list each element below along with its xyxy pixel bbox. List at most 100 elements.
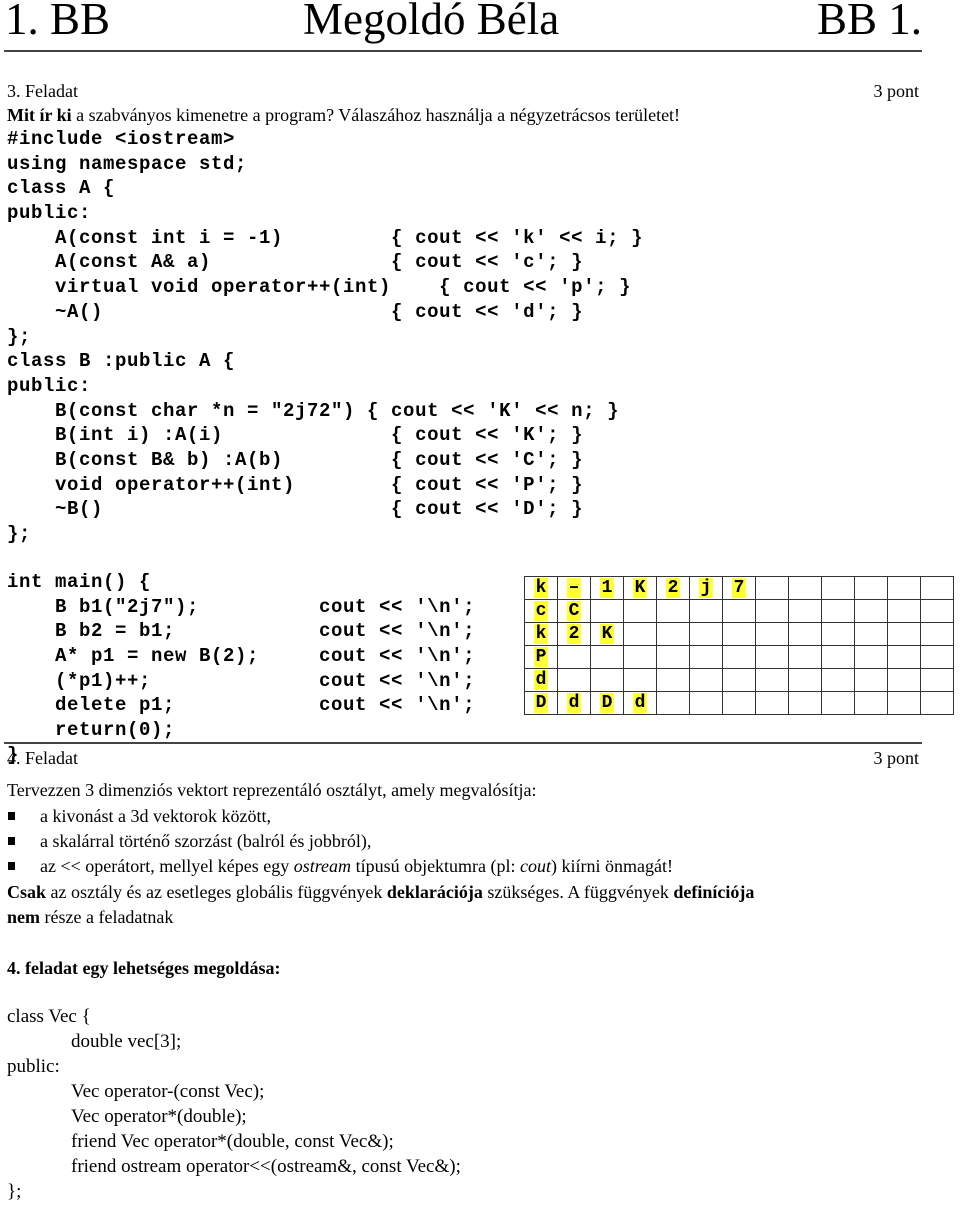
req-text: ) kiírni önmagát! [551,856,674,876]
code-line: ~B() { cout << 'D'; } [7,498,584,521]
requirement-item: az << operátort, mellyel képes egy ostre… [7,854,673,879]
solution-line: }; [7,1181,22,1202]
requirements-list: a kivonást a 3d vektorok között, a skalá… [7,804,673,879]
answer-char: k [533,578,549,598]
grid-cell [689,645,723,669]
answer-char: C [566,601,582,621]
code-line: }; [7,325,32,348]
grid-cell [920,576,954,600]
grid-cell [788,645,822,669]
solution-line: friend Vec operator*(double, const Vec&)… [71,1131,394,1152]
grid-cell [722,599,756,623]
note-text: az osztály és az esetleges globális függ… [46,882,387,902]
grid-cell [590,668,624,692]
task4-note: Csak az osztály és az esetleges globális… [7,880,754,930]
task3-points: 3 pont [873,81,919,101]
grid-cell [887,645,921,669]
grid-cell: c [524,599,558,623]
grid-cell [854,691,888,715]
grid-cell [755,668,789,692]
grid-cell [590,599,624,623]
answer-char: P [533,647,549,667]
main-code-line: B b2 = b1; cout << '\n'; [7,620,476,643]
grid-row: d [524,668,954,692]
solution-line: friend ostream operator<<(ostream&, cons… [71,1156,461,1177]
solution-line: public: [7,1056,60,1077]
req-text: az << operátort, mellyel képes egy [40,856,294,876]
grid-cell [755,622,789,646]
note-bold: definíciója [673,882,755,902]
grid-cell: k [524,576,558,600]
grid-cell [689,668,723,692]
code-line: A(const A& a) { cout << 'c'; } [7,251,584,274]
header-left: 1. BB [5,0,111,44]
main-code-line: B b1("2j7"); cout << '\n'; [7,595,476,618]
grid-cell [689,691,723,715]
grid-cell [722,691,756,715]
grid-cell [590,645,624,669]
grid-cell [887,668,921,692]
grid-cell: d [557,691,591,715]
grid-cell: D [590,691,624,715]
grid-cell [656,622,690,646]
answer-char: d [533,670,549,690]
task-divider [4,742,922,744]
note-bold: Csak [7,882,47,902]
grid-cell: K [623,576,657,600]
grid-cell [887,622,921,646]
grid-cell: P [524,645,558,669]
main-code-line: int main() { [7,571,152,593]
solution-line: class Vec { [7,1006,91,1027]
page-header: 1. BB Megoldó Béla BB 1. [0,0,922,44]
grid-cell [821,668,855,692]
grid-row: P [524,645,954,669]
code-line: void operator++(int) { cout << 'P'; } [7,473,584,496]
task3-question-bold: Mit ír ki [7,105,72,125]
grid-cell [557,645,591,669]
code-line: virtual void operator++(int) { cout << '… [7,276,632,299]
answer-char: K [599,624,615,644]
solution-title: 4. feladat egy lehetséges megoldása: [7,958,281,978]
grid-cell [755,576,789,600]
task4-intro: Tervezzen 3 dimenziós vektort reprezentá… [7,780,537,800]
main-code-line: return(0); [7,719,176,742]
code-line: ~A() { cout << 'd'; } [7,300,584,323]
task3-title: 3. Feladat [7,81,78,101]
grid-cell [623,668,657,692]
grid-cell: K [590,622,624,646]
code-line: public: [7,202,92,225]
grid-cell [920,691,954,715]
answer-char: K [632,578,648,598]
req-italic-cout: cout [520,856,552,876]
grid-cell [854,645,888,669]
grid-row: DdDd [524,691,954,715]
grid-cell [788,668,822,692]
grid-cell [623,599,657,623]
code-line: class B :public A { [7,350,236,373]
grid-cell [788,622,822,646]
grid-cell [755,645,789,669]
grid-cell [755,599,789,623]
grid-cell [854,576,888,600]
grid-cell [821,622,855,646]
grid-cell: d [524,668,558,692]
grid-cell [755,691,789,715]
req-italic-ostream: ostream [293,856,352,876]
grid-cell: C [557,599,591,623]
grid-row: k –1 K 2 j 7 [524,576,954,600]
grid-cell [656,599,690,623]
grid-cell [854,622,888,646]
task3-question: Mit ír ki a szabványos kimenetre a progr… [7,103,680,127]
grid-row: cC [524,599,954,623]
code-line: }; [7,523,32,545]
grid-cell: 2 [557,622,591,646]
answer-char: 2 [566,624,582,644]
code-line: B(const char *n = "2j72") { cout << 'K' … [7,399,620,422]
grid-cell [821,691,855,715]
grid-cell: – [557,576,591,600]
code-line: using namespace std; [7,152,248,175]
code-line: B(const B& b) :A(b) { cout << 'C'; } [7,448,584,471]
grid-cell [854,599,888,623]
code-line: public: [7,374,92,397]
grid-cell [920,645,954,669]
